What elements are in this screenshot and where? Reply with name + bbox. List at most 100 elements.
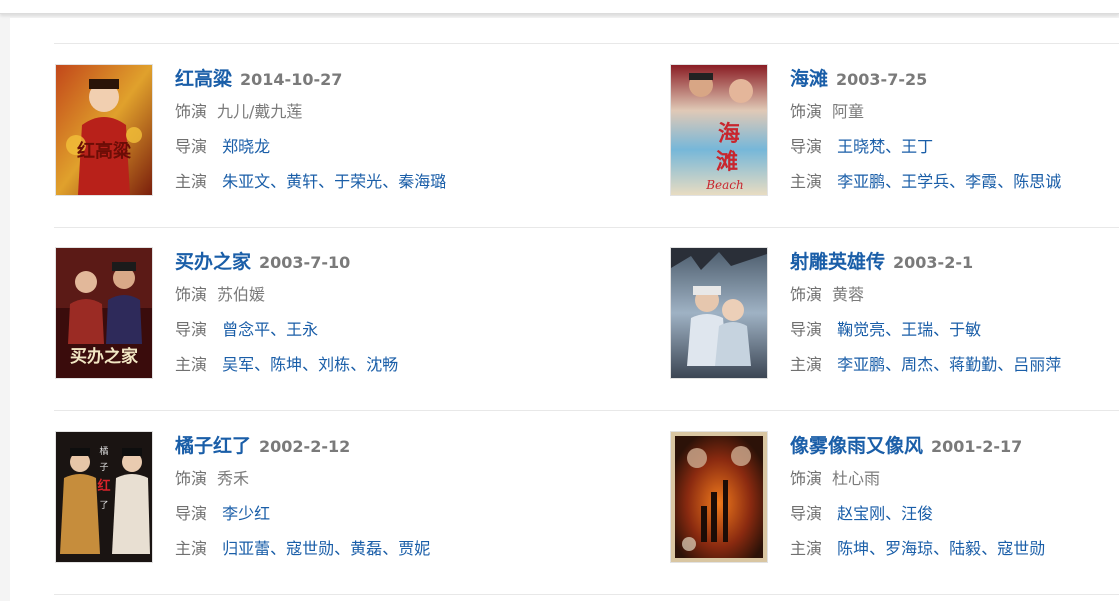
director-line: 导演 赵宝刚、汪俊 <box>790 504 934 523</box>
director-line: 导演 郑晓龙 <box>175 129 505 164</box>
role-name: 杜心雨 <box>832 469 881 488</box>
cast-link[interactable]: 朱亚文 <box>222 172 270 191</box>
movie-poster[interactable] <box>670 431 768 563</box>
cast-link[interactable]: 秦海璐 <box>398 172 446 191</box>
movie-card: 橘 子 红 了 橘子红了 2002-2-12 饰演 秀禾 导演 李少红 主演 归亚… <box>55 431 495 571</box>
role-line: 饰演 秀禾 <box>175 461 505 496</box>
movie-poster[interactable]: 买办之家 <box>55 247 153 379</box>
svg-text:滩: 滩 <box>716 149 738 175</box>
role-label: 饰演 <box>790 285 823 304</box>
release-date: 2002-2-12 <box>259 437 351 456</box>
director-link[interactable]: 王瑞 <box>901 320 933 339</box>
poster-image: 橘 子 红 了 <box>56 432 152 562</box>
cast-label: 主演 <box>790 539 823 558</box>
director-link[interactable]: 郑晓龙 <box>222 137 270 156</box>
release-date: 2003-2-1 <box>893 253 974 272</box>
director-link[interactable]: 王晓梵 <box>837 137 885 156</box>
cast-link[interactable]: 于荣光 <box>334 172 382 191</box>
movie-title-link[interactable]: 海滩 <box>790 64 828 91</box>
cast-link[interactable]: 贾妮 <box>398 539 430 558</box>
director-label: 导演 <box>175 320 208 339</box>
director-line: 导演 李少红 <box>175 496 505 531</box>
cast-line: 主演 李亚鹏、周杰、蒋勤勤、吕丽萍 <box>790 355 1062 374</box>
poster-image <box>671 432 767 562</box>
cast-link[interactable]: 李亚鹏 <box>837 172 885 191</box>
cast-link[interactable]: 蒋勤勤 <box>949 355 997 374</box>
cast-link[interactable]: 陆毅 <box>949 539 981 558</box>
cast-link[interactable]: 寇世勋 <box>286 539 334 558</box>
director-link[interactable]: 鞠觉亮 <box>837 320 885 339</box>
movie-title-link[interactable]: 买办之家 <box>175 247 251 274</box>
role-label: 饰演 <box>790 469 823 488</box>
cast-link[interactable]: 陈思诚 <box>1013 172 1061 191</box>
director-label: 导演 <box>175 137 208 156</box>
divider <box>54 594 1119 595</box>
poster-title-text: 红高粱 <box>77 140 132 162</box>
role-line: 饰演 九儿/戴九莲 <box>175 94 505 129</box>
movie-card: 射雕英雄传 2003-2-1 饰演 黄蓉 导演 鞠觉亮、王瑞、于敏 主演 李亚鹏、… <box>670 247 1110 387</box>
poster-image: 买办之家 <box>56 248 152 378</box>
director-label: 导演 <box>790 320 823 339</box>
filmography-panel: 红高粱 红高粱 2014-10-27 饰演 九儿/戴九莲 导演 郑晓龙 主演 朱亚… <box>10 18 1119 601</box>
divider <box>54 227 1119 228</box>
director-link[interactable]: 王永 <box>286 320 318 339</box>
svg-text:了: 了 <box>99 500 108 511</box>
cast-label: 主演 <box>175 539 208 558</box>
role-line: 饰演 阿童 <box>790 94 1119 129</box>
cast-link[interactable]: 王学兵 <box>901 172 949 191</box>
cast-link[interactable]: 沈畅 <box>366 355 398 374</box>
role-name: 秀禾 <box>217 469 250 488</box>
role-label: 饰演 <box>175 469 208 488</box>
role-name: 阿童 <box>832 102 865 121</box>
cast-label: 主演 <box>790 172 823 191</box>
cast-line: 主演 吴军、陈坤、刘栋、沈畅 <box>175 355 399 374</box>
movie-poster[interactable]: 红高粱 <box>55 64 153 196</box>
cast-link[interactable]: 陈坤 <box>837 539 869 558</box>
cast-link[interactable]: 吕丽萍 <box>1013 355 1061 374</box>
cast-link[interactable]: 罗海琼 <box>885 539 933 558</box>
movie-poster[interactable] <box>670 247 768 379</box>
cast-label: 主演 <box>175 172 208 191</box>
svg-text:红: 红 <box>97 478 110 494</box>
cast-line: 主演 朱亚文、黄轩、于荣光、秦海璐 <box>175 172 447 191</box>
cast-link[interactable]: 黄磊 <box>350 539 382 558</box>
director-link[interactable]: 于敏 <box>949 320 981 339</box>
director-link[interactable]: 赵宝刚 <box>837 504 885 523</box>
director-link[interactable]: 曾念平 <box>222 320 270 339</box>
movie-poster[interactable]: 橘 子 红 了 <box>55 431 153 563</box>
poster-title-text: 买办之家 <box>70 346 138 367</box>
director-line: 导演 曾念平、王永 <box>175 320 319 339</box>
cast-link[interactable]: 刘栋 <box>318 355 350 374</box>
cast-link[interactable]: 黄轩 <box>286 172 318 191</box>
cast-link[interactable]: 李亚鹏 <box>837 355 885 374</box>
movie-title-link[interactable]: 射雕英雄传 <box>790 247 885 274</box>
role-line: 饰演 苏伯媛 <box>175 277 505 312</box>
cast-link[interactable]: 周杰 <box>901 355 933 374</box>
movie-title-link[interactable]: 红高粱 <box>175 64 232 91</box>
release-date: 2003-7-10 <box>259 253 351 272</box>
role-name: 苏伯媛 <box>217 285 266 304</box>
cast-link[interactable]: 李霞 <box>965 172 997 191</box>
director-line: 导演 王晓梵、王丁 <box>790 137 934 156</box>
cast-link[interactable]: 寇世勋 <box>997 539 1045 558</box>
role-name: 九儿/戴九莲 <box>217 102 303 121</box>
movie-title-link[interactable]: 像雾像雨又像风 <box>790 431 923 458</box>
role-label: 饰演 <box>175 285 208 304</box>
cast-line: 主演 李亚鹏、王学兵、李霞、陈思诚 <box>790 172 1062 191</box>
cast-link[interactable]: 吴军 <box>222 355 254 374</box>
director-line: 导演 鞠觉亮、王瑞、于敏 <box>790 320 982 339</box>
cast-link[interactable]: 归亚蕾 <box>222 539 270 558</box>
director-link[interactable]: 李少红 <box>222 504 270 523</box>
director-link[interactable]: 王丁 <box>901 137 933 156</box>
divider <box>54 410 1119 411</box>
movie-title-link[interactable]: 橘子红了 <box>175 431 251 458</box>
svg-text:子: 子 <box>99 462 108 473</box>
director-link[interactable]: 汪俊 <box>901 504 933 523</box>
cast-link[interactable]: 陈坤 <box>270 355 302 374</box>
movie-card: 海 滩 Beach 海滩 2003-7-25 饰演 阿童 导演 王晓梵、王丁 主演… <box>670 64 1110 204</box>
poster-image: 海 滩 Beach <box>671 65 767 195</box>
role-name: 黄蓉 <box>832 285 865 304</box>
poster-image <box>671 248 767 378</box>
director-label: 导演 <box>175 504 208 523</box>
movie-poster[interactable]: 海 滩 Beach <box>670 64 768 196</box>
